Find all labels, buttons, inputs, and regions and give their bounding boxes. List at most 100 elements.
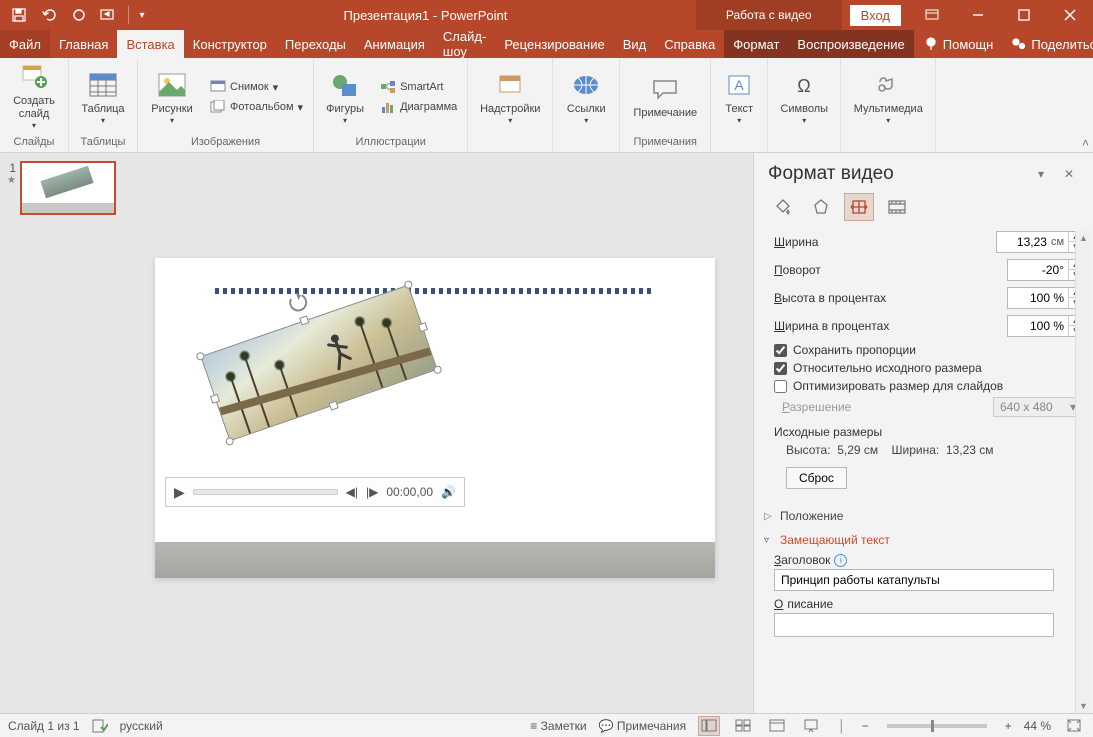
- alt-description-input[interactable]: [774, 613, 1054, 637]
- share-button[interactable]: Поделиться: [1002, 30, 1093, 58]
- symbols-button[interactable]: ΩСимволы▾: [774, 63, 834, 131]
- slide-canvas[interactable]: ▶ ◀| |▶ 00:00,00 🔊: [155, 258, 715, 578]
- position-section-header[interactable]: ▷Положение: [764, 509, 1083, 523]
- spellcheck-icon[interactable]: [92, 719, 108, 733]
- save-icon[interactable]: [6, 2, 32, 28]
- tab-help[interactable]: Справка: [655, 30, 724, 58]
- height-pct-spinner[interactable]: ▲▼: [1007, 287, 1083, 309]
- text-button[interactable]: AТекст▾: [717, 63, 761, 131]
- slideshow-view-icon[interactable]: [800, 716, 822, 736]
- relative-original-checkbox[interactable]: [774, 362, 787, 375]
- minimize-icon[interactable]: [955, 0, 1001, 30]
- resize-handle-r[interactable]: [418, 322, 428, 332]
- notes-button[interactable]: ≡ Заметки: [530, 719, 586, 733]
- shapes-button[interactable]: Фигуры▾: [320, 63, 370, 131]
- original-dimensions: Высота: 5,29 см Ширина: 13,23 см: [774, 443, 1083, 457]
- normal-view-icon[interactable]: [698, 716, 720, 736]
- media-button[interactable]: Мультимедиа▾: [847, 63, 929, 131]
- reset-button[interactable]: Сброс: [786, 467, 847, 489]
- zoom-level[interactable]: 44 %: [1024, 719, 1051, 733]
- sign-in-button[interactable]: Вход: [850, 5, 901, 26]
- table-button[interactable]: Таблица▾: [75, 63, 131, 131]
- video-progress-track[interactable]: [193, 489, 338, 495]
- tab-insert[interactable]: Вставка: [117, 30, 183, 58]
- step-back-icon[interactable]: ◀|: [346, 485, 358, 499]
- redo-icon[interactable]: [66, 2, 92, 28]
- video-tab-icon[interactable]: [882, 193, 912, 221]
- tab-design[interactable]: Конструктор: [184, 30, 276, 58]
- comments-button[interactable]: 💬 Примечания: [599, 719, 687, 733]
- width-pct-spinner[interactable]: ▲▼: [1007, 315, 1083, 337]
- sorter-view-icon[interactable]: [732, 716, 754, 736]
- fit-to-window-icon[interactable]: [1063, 716, 1085, 736]
- smartart-button[interactable]: SmartArt: [376, 78, 461, 96]
- links-button[interactable]: Ссылки▾: [559, 63, 613, 131]
- tab-transitions[interactable]: Переходы: [276, 30, 355, 58]
- tab-home[interactable]: Главная: [50, 30, 117, 58]
- collapse-ribbon-icon[interactable]: ˄: [1082, 136, 1089, 150]
- resolution-dropdown: 640 x 480▾: [993, 397, 1083, 417]
- width-label: Ширина: [774, 235, 996, 249]
- alt-text-section-header[interactable]: ▿Замещающий текст: [764, 533, 1083, 547]
- close-icon[interactable]: [1047, 0, 1093, 30]
- lock-aspect-checkbox[interactable]: [774, 344, 787, 357]
- chart-button[interactable]: Диаграмма: [376, 98, 461, 116]
- play-icon[interactable]: ▶: [174, 484, 185, 501]
- tab-review[interactable]: Рецензирование: [495, 30, 613, 58]
- alt-description-label: Описание: [774, 597, 1083, 611]
- svg-text:A: A: [735, 77, 745, 93]
- screenshot-button[interactable]: Снимок ▾: [206, 78, 307, 96]
- pictures-button[interactable]: Рисунки▾: [144, 63, 200, 131]
- addins-button[interactable]: Надстройки▾: [474, 63, 546, 131]
- contextual-tab-label: Работа с видео: [696, 0, 842, 30]
- volume-icon[interactable]: 🔊: [441, 485, 456, 499]
- tab-file[interactable]: Файл: [0, 30, 50, 58]
- step-fwd-icon[interactable]: |▶: [366, 485, 378, 499]
- effects-tab-icon[interactable]: [806, 193, 836, 221]
- new-slide-button[interactable]: Создать слайд▾: [6, 63, 62, 131]
- fill-tab-icon[interactable]: [768, 193, 798, 221]
- alt-title-label: Заголовокi: [774, 553, 1083, 567]
- maximize-icon[interactable]: [1001, 0, 1047, 30]
- rotation-spinner[interactable]: ▲▼: [1007, 259, 1083, 281]
- start-from-beginning-icon[interactable]: [96, 2, 122, 28]
- tab-view[interactable]: Вид: [614, 30, 656, 58]
- tab-format[interactable]: Формат: [724, 30, 788, 58]
- undo-icon[interactable]: [36, 2, 62, 28]
- pane-options-icon[interactable]: ▾: [1031, 164, 1051, 184]
- tab-playback[interactable]: Воспроизведение: [788, 30, 913, 58]
- content-placeholder-strip[interactable]: [155, 542, 715, 578]
- slide-editor[interactable]: ▶ ◀| |▶ 00:00,00 🔊: [130, 153, 753, 713]
- zoom-out-icon[interactable]: −: [862, 719, 869, 733]
- group-comments-label: Примечания: [620, 136, 710, 152]
- size-tab-icon[interactable]: [844, 193, 874, 221]
- width-spinner[interactable]: см▲▼: [996, 231, 1083, 253]
- zoom-slider[interactable]: [887, 724, 987, 728]
- alt-title-input[interactable]: [774, 569, 1054, 591]
- tab-animations[interactable]: Анимация: [355, 30, 434, 58]
- pane-scrollbar[interactable]: ▲▼: [1075, 231, 1091, 713]
- group-images-label: Изображения: [138, 136, 313, 152]
- rotation-handle[interactable]: [287, 291, 310, 314]
- slide-indicator[interactable]: Слайд 1 из 1: [8, 719, 80, 733]
- best-scale-checkbox[interactable]: [774, 380, 787, 393]
- title-placeholder[interactable]: [215, 288, 655, 294]
- zoom-in-icon[interactable]: +: [1005, 719, 1012, 733]
- reading-view-icon[interactable]: [766, 716, 788, 736]
- photo-album-button[interactable]: Фотоальбом ▾: [206, 98, 307, 116]
- ribbon-display-options-icon[interactable]: [909, 0, 955, 30]
- info-icon[interactable]: i: [834, 554, 847, 567]
- pane-close-icon[interactable]: ✕: [1059, 164, 1079, 184]
- tell-me-button[interactable]: Помощн: [914, 30, 1003, 58]
- slide-number: 1: [4, 161, 16, 175]
- pane-category-tabs: [754, 193, 1093, 231]
- ribbon-tabs: Файл Главная Вставка Конструктор Переход…: [0, 30, 1093, 58]
- language-indicator[interactable]: русский: [120, 719, 163, 733]
- tab-slideshow[interactable]: Слайд-шоу: [434, 30, 495, 58]
- work-area: 1 ★: [0, 153, 1093, 713]
- video-object[interactable]: [200, 285, 437, 442]
- resize-handle-br[interactable]: [433, 365, 443, 375]
- qat-customize-icon[interactable]: ▾: [135, 2, 149, 28]
- comment-button[interactable]: Примечание: [626, 63, 704, 131]
- slide-thumbnail-1[interactable]: [20, 161, 116, 215]
